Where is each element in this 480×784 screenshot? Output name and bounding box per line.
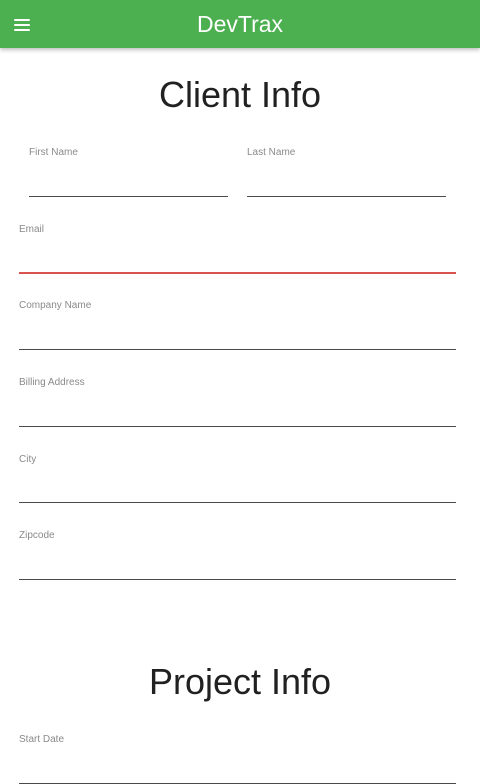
client-info-heading: Client Info — [158, 74, 322, 115]
project-info-heading: Project Info — [148, 661, 332, 702]
company-name-input[interactable] — [19, 324, 456, 350]
last-name-input[interactable] — [247, 171, 446, 197]
last-name-field: Last Name — [247, 147, 446, 197]
email-input[interactable] — [19, 248, 456, 274]
company-name-field: Company Name — [19, 300, 456, 350]
first-name-label: First Name — [29, 147, 78, 158]
city-field: City — [19, 454, 456, 503]
app-title: DevTrax — [196, 11, 284, 37]
zipcode-field: Zipcode — [19, 530, 456, 580]
email-field: Email — [19, 224, 456, 274]
first-name-field: First Name — [29, 147, 228, 197]
city-input[interactable] — [19, 477, 456, 503]
start-date-label: Start Date — [19, 734, 65, 745]
app-bar: DevTrax — [0, 0, 480, 48]
email-label: Email — [19, 224, 45, 235]
first-name-input[interactable] — [29, 171, 228, 197]
start-date-field: Start Date — [19, 734, 456, 784]
zipcode-label: Zipcode — [19, 530, 55, 541]
zipcode-input[interactable] — [19, 554, 456, 580]
billing-address-field: Billing Address — [19, 377, 456, 427]
billing-address-label: Billing Address — [19, 377, 85, 388]
billing-address-input[interactable] — [19, 401, 456, 427]
city-label: City — [19, 454, 37, 465]
company-name-label: Company Name — [19, 300, 92, 311]
start-date-input[interactable] — [19, 758, 456, 784]
last-name-label: Last Name — [247, 147, 296, 158]
